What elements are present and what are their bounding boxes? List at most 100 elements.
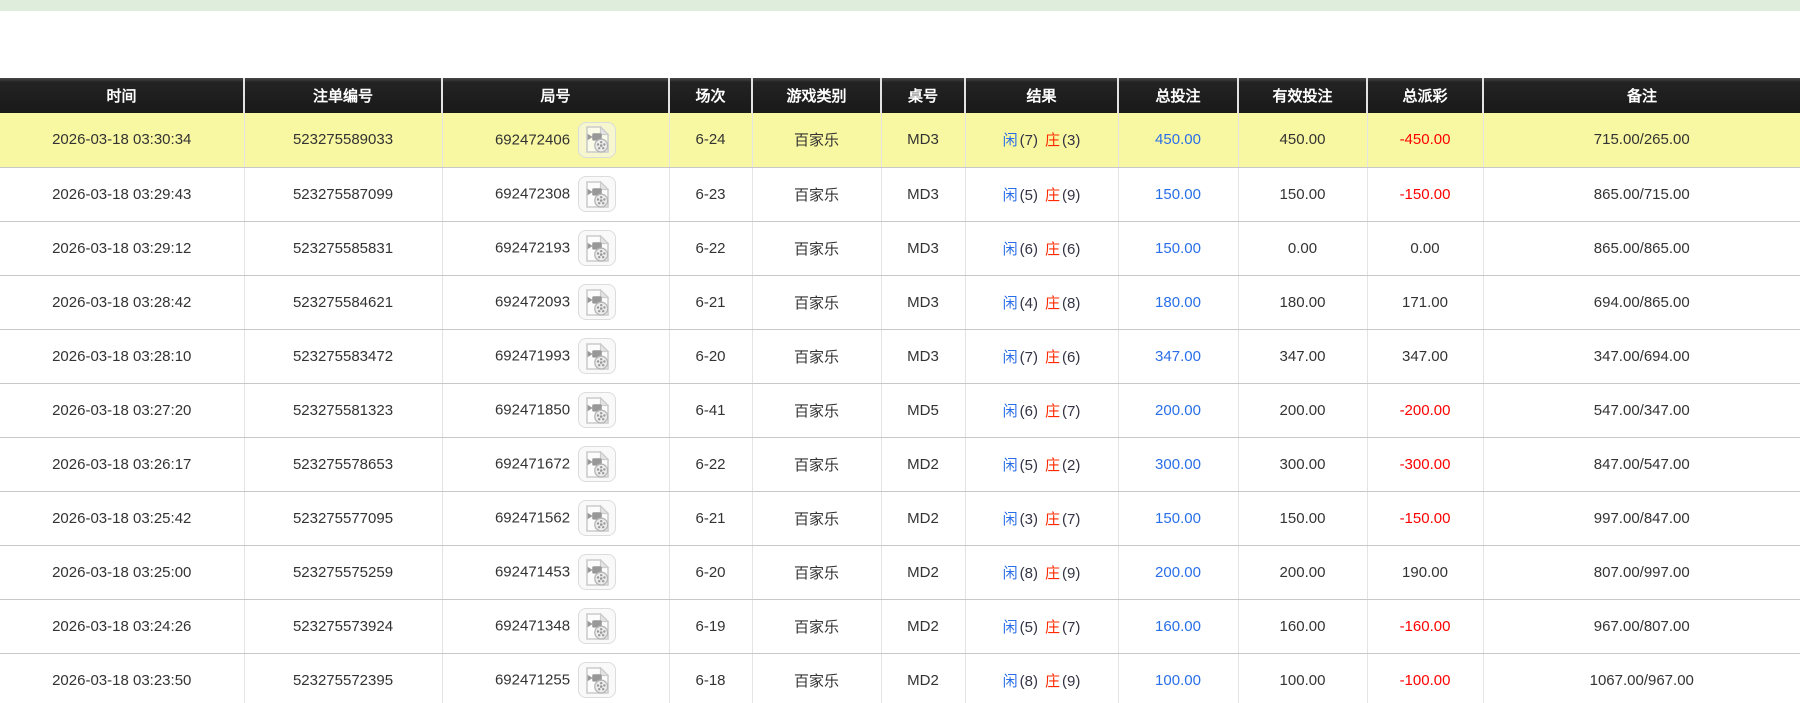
- cell-bet-id: 523275589033: [244, 113, 443, 168]
- result-player-score: (6): [1019, 402, 1038, 420]
- cell-payout: -150.00: [1367, 167, 1484, 222]
- cell-bet-id: 523275581323: [244, 383, 443, 438]
- cell-valid-bet: 200.00: [1238, 383, 1368, 438]
- cell-total-bet: 200.00: [1118, 545, 1239, 600]
- total-bet-link[interactable]: 160.00: [1155, 618, 1201, 635]
- result-banker-score: (9): [1062, 186, 1081, 204]
- video-file-icon: [585, 125, 609, 154]
- round-id-text: 692471562: [494, 509, 571, 527]
- total-bet-link[interactable]: 200.00: [1155, 564, 1201, 581]
- cell-table-no: MD3: [881, 113, 966, 168]
- cell-remark: 547.00/347.00: [1483, 383, 1800, 438]
- result-banker-score: (6): [1062, 348, 1081, 366]
- cell-table-no: MD2: [881, 491, 966, 546]
- cell-remark: 847.00/547.00: [1483, 437, 1800, 492]
- column-header-payout: 总派彩: [1367, 78, 1484, 113]
- result-player-label: 闲: [1002, 672, 1018, 690]
- cell-time: 2026-03-18 03:26:17: [0, 437, 245, 492]
- column-header-valid-bet: 有效投注: [1238, 78, 1368, 113]
- cell-remark: 694.00/865.00: [1483, 275, 1800, 330]
- table-row: 2026-03-18 03:23:50 523275572395 692471255…: [0, 653, 1800, 703]
- cell-session: 6-24: [669, 113, 753, 168]
- cell-valid-bet: 450.00: [1238, 113, 1368, 168]
- cell-session: 6-41: [669, 383, 753, 438]
- cell-payout: 347.00: [1367, 329, 1484, 384]
- cell-result: 闲 (8) 庄 (9): [965, 653, 1119, 703]
- table-header-row: 时间 注单编号 局号 场次 游戏类别 桌号 结果 总投注 有效投注 总派彩 备注: [0, 78, 1800, 113]
- column-header-round-id: 局号: [442, 78, 670, 113]
- result-banker-label: 庄: [1045, 618, 1061, 636]
- total-bet-link[interactable]: 150.00: [1155, 510, 1201, 527]
- cell-time: 2026-03-18 03:29:12: [0, 221, 245, 276]
- result-player-score: (3): [1019, 510, 1038, 528]
- round-id-text: 692471453: [494, 563, 571, 581]
- total-bet-link[interactable]: 150.00: [1155, 186, 1201, 203]
- cell-result: 闲 (6) 庄 (7): [965, 383, 1119, 438]
- cell-game-type: 百家乐: [752, 221, 882, 276]
- result-banker-score: (8): [1062, 294, 1081, 312]
- total-bet-link[interactable]: 347.00: [1155, 348, 1201, 365]
- payout-amount: -160.00: [1399, 617, 1451, 635]
- video-replay-button[interactable]: [578, 446, 617, 482]
- cell-remark: 967.00/807.00: [1483, 599, 1800, 654]
- total-bet-link[interactable]: 180.00: [1155, 294, 1201, 311]
- result-player-score: (5): [1019, 618, 1038, 636]
- cell-remark: 347.00/694.00: [1483, 329, 1800, 384]
- total-bet-link[interactable]: 300.00: [1155, 456, 1201, 473]
- result-banker-label: 庄: [1045, 348, 1061, 366]
- bet-records-table: 时间 注单编号 局号 场次 游戏类别 桌号 结果 总投注 有效投注 总派彩 备注…: [0, 78, 1800, 703]
- video-file-icon: [585, 342, 609, 370]
- video-replay-button[interactable]: [578, 176, 617, 212]
- cell-result: 闲 (8) 庄 (9): [965, 545, 1119, 600]
- result-banker-score: (2): [1062, 456, 1081, 474]
- result-banker-score: (6): [1062, 240, 1081, 258]
- cell-game-type: 百家乐: [752, 653, 882, 703]
- video-replay-button[interactable]: [578, 121, 617, 158]
- cell-table-no: MD3: [881, 329, 966, 384]
- total-bet-link[interactable]: 150.00: [1155, 240, 1201, 257]
- video-replay-button[interactable]: [578, 284, 617, 320]
- total-bet-link[interactable]: 100.00: [1155, 672, 1201, 689]
- cell-result: 闲 (5) 庄 (2): [965, 437, 1119, 492]
- cell-game-type: 百家乐: [752, 383, 882, 438]
- video-replay-button[interactable]: [578, 392, 617, 428]
- cell-payout: -100.00: [1367, 653, 1484, 703]
- payout-amount: 190.00: [1402, 563, 1448, 581]
- video-replay-button[interactable]: [578, 554, 617, 590]
- video-file-icon: [585, 558, 609, 586]
- cell-round-id: 692472193: [442, 221, 670, 276]
- cell-remark: 865.00/715.00: [1483, 167, 1800, 222]
- payout-amount: -200.00: [1399, 401, 1451, 419]
- cell-round-id: 692472406: [442, 113, 670, 168]
- video-file-icon: [585, 180, 609, 208]
- cell-result: 闲 (5) 庄 (9): [965, 167, 1119, 222]
- round-id-text: 692471993: [494, 347, 571, 365]
- table-row: 2026-03-18 03:30:34 523275589033 692472406…: [0, 113, 1800, 168]
- payout-amount: -300.00: [1399, 455, 1451, 473]
- cell-payout: -200.00: [1367, 383, 1484, 438]
- column-header-time: 时间: [0, 78, 245, 113]
- cell-round-id: 692471993: [442, 329, 670, 384]
- video-replay-button[interactable]: [578, 608, 617, 644]
- cell-total-bet: 150.00: [1118, 167, 1239, 222]
- payout-amount: -150.00: [1399, 509, 1451, 527]
- total-bet-link[interactable]: 450.00: [1155, 131, 1201, 148]
- cell-session: 6-22: [669, 221, 753, 276]
- cell-total-bet: 200.00: [1118, 383, 1239, 438]
- total-bet-link[interactable]: 200.00: [1155, 402, 1201, 419]
- video-replay-button[interactable]: [578, 338, 617, 374]
- cell-bet-id: 523275577095: [244, 491, 443, 546]
- cell-game-type: 百家乐: [752, 167, 882, 222]
- result-banker-label: 庄: [1045, 564, 1061, 582]
- video-replay-button[interactable]: [578, 500, 617, 536]
- cell-table-no: MD5: [881, 383, 966, 438]
- round-id-text: 692471672: [494, 455, 571, 473]
- column-header-table-no: 桌号: [881, 78, 966, 113]
- cell-time: 2026-03-18 03:28:10: [0, 329, 245, 384]
- result-banker-score: (3): [1062, 132, 1081, 150]
- video-replay-button[interactable]: [578, 230, 617, 266]
- cell-session: 6-20: [669, 545, 753, 600]
- result-player-label: 闲: [1002, 186, 1018, 204]
- video-replay-button[interactable]: [578, 662, 617, 698]
- cell-total-bet: 347.00: [1118, 329, 1239, 384]
